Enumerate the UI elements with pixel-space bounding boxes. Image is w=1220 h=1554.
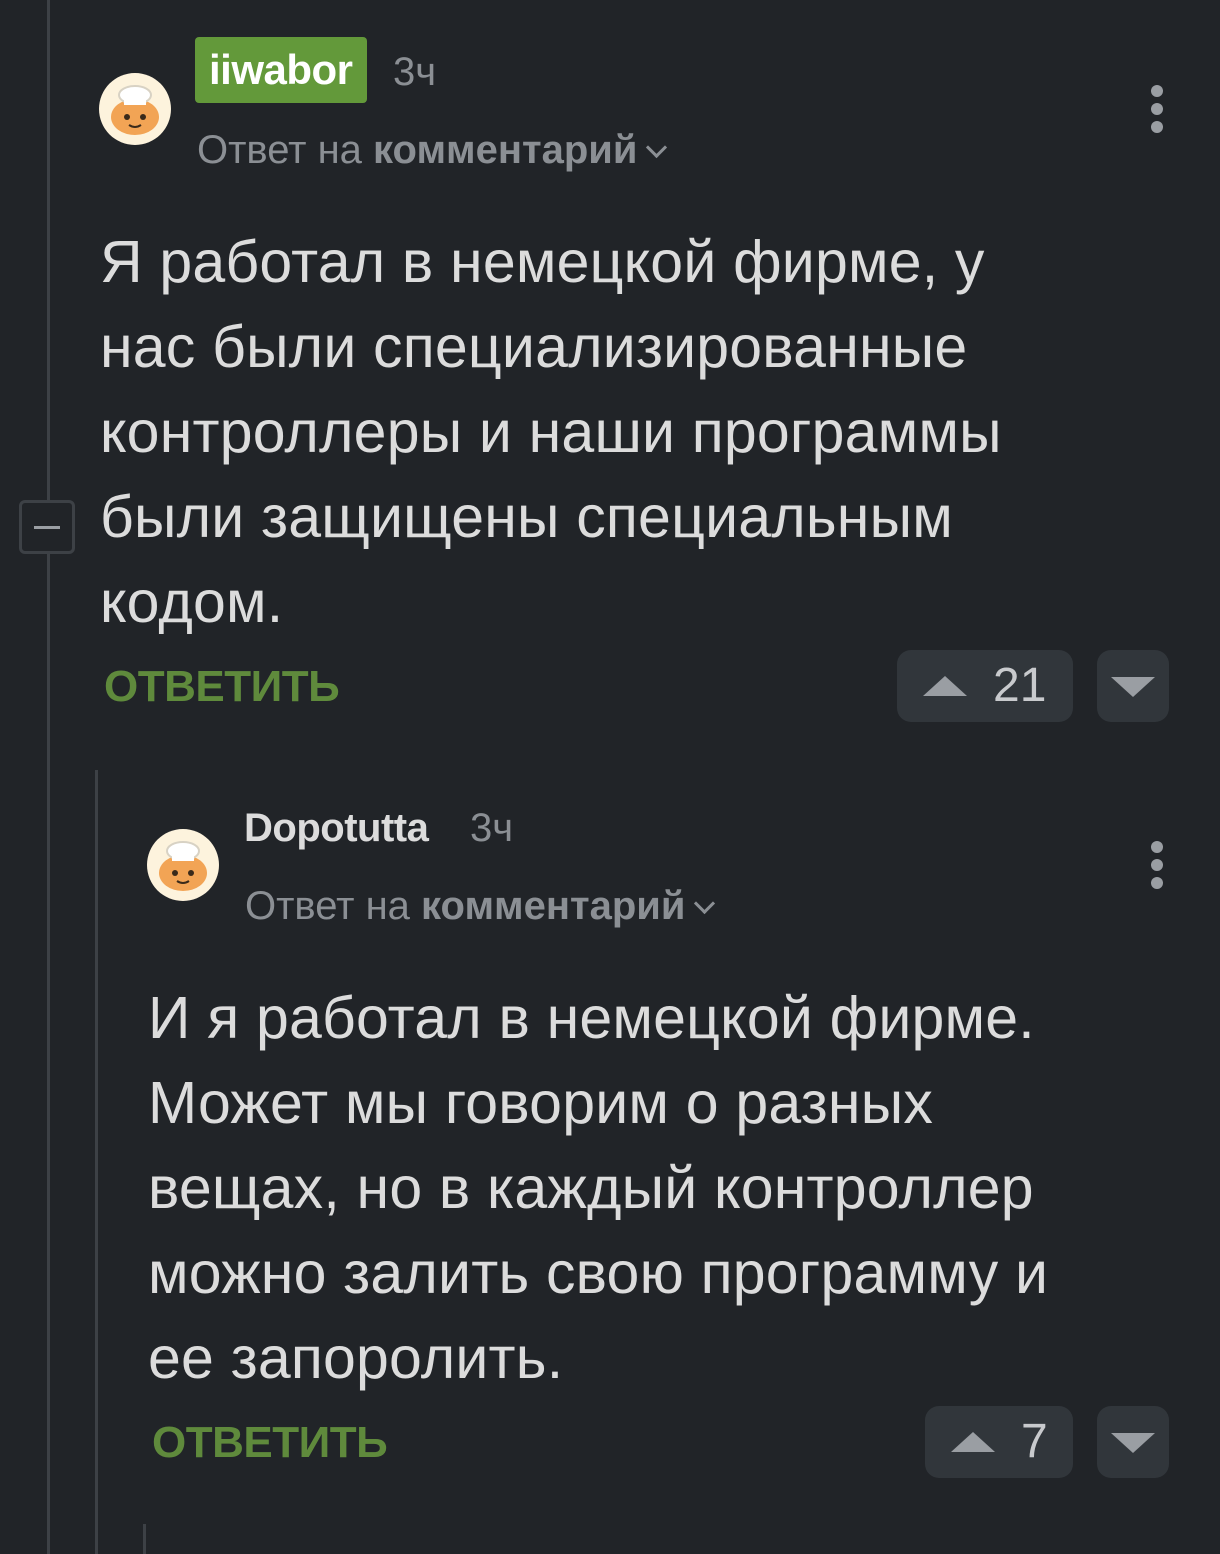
comment-text-line: ее запоролить. [148,1325,564,1391]
avatar-default-icon[interactable] [99,73,171,145]
comment-text-line: И я работал в немецкой фирме. [148,985,1035,1051]
reply-to-target: комментарий [373,128,638,172]
downvote-icon [1111,1433,1155,1453]
reply-to-prefix: Ответ на [197,128,362,172]
chevron-down-icon [646,136,668,159]
reply-to-link[interactable]: Ответ на комментарий [197,128,668,173]
comment-text-line: кодом. [100,569,284,635]
reply-to-prefix: Ответ на [245,884,410,928]
author-name[interactable]: iiwabor [195,37,367,103]
downvote-icon [1111,677,1155,697]
kebab-menu-icon[interactable] [1145,85,1169,145]
author-name[interactable]: Dopotutta [244,806,429,851]
upvote-button[interactable]: 21 [897,650,1073,722]
comment-text-line: были защищены специальным [100,484,953,550]
comment-text: Я работал в немецкой фирме, у нас были с… [100,220,1002,645]
comment-iiwabor: iiwabor 3ч Ответ на комментарий Я работа… [0,0,1220,740]
comment-text: И я работал в немецкой фирме. Может мы г… [148,976,1048,1401]
downvote-button[interactable] [1097,1406,1169,1478]
rating-count: 7 [1021,1415,1048,1468]
upvote-icon [951,1432,995,1452]
avatar-default-icon[interactable] [147,829,219,901]
comment-text-line: Может мы говорим о разных [148,1070,934,1136]
comment-text-line: Я работал в немецкой фирме, у [100,229,985,295]
upvote-button[interactable]: 7 [925,1406,1073,1478]
reply-to-target: комментарий [421,884,686,928]
comment-text-line: можно залить свою программу и [148,1240,1049,1306]
reply-button[interactable]: ОТВЕТИТЬ [152,1418,388,1468]
thread-line-level-2 [143,1524,146,1554]
rating-count: 21 [993,659,1047,712]
thread-line-level-1 [95,770,98,1554]
comment-text-line: нас были специализированные [100,314,968,380]
comment-text-line: вещах, но в каждый контроллер [148,1155,1034,1221]
comment-time: 3ч [470,806,514,850]
comment-time: 3ч [393,50,437,94]
reply-button[interactable]: ОТВЕТИТЬ [104,662,340,712]
reply-to-link[interactable]: Ответ на комментарий [245,884,716,929]
comment-text-line: контроллеры и наши программы [100,399,1002,465]
chevron-down-icon [694,892,716,915]
upvote-icon [923,676,967,696]
kebab-menu-icon[interactable] [1145,841,1169,901]
downvote-button[interactable] [1097,650,1169,722]
